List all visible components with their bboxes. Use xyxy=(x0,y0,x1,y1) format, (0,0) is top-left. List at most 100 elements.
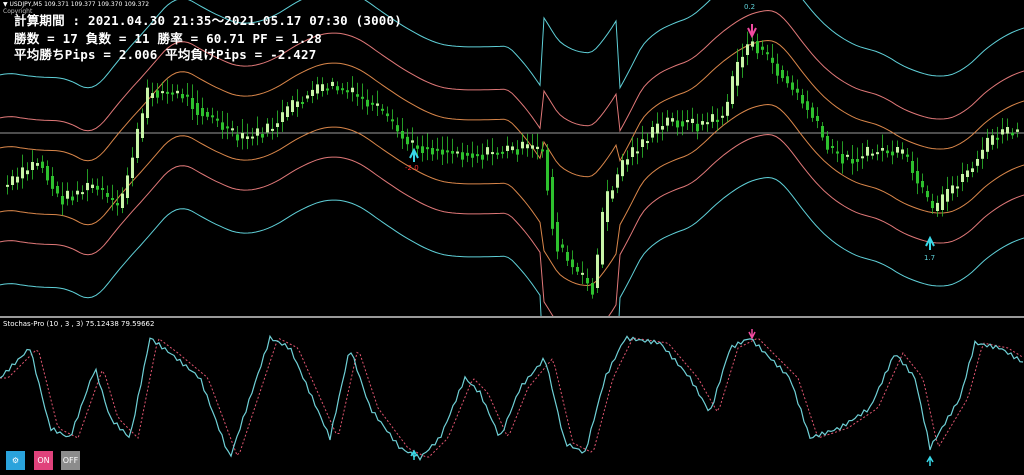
candle xyxy=(481,154,484,160)
candle xyxy=(76,190,79,195)
candle xyxy=(196,103,199,115)
candle xyxy=(956,186,959,189)
settings-gear-button[interactable]: ⚙ xyxy=(6,451,25,470)
candle xyxy=(941,194,944,210)
candle xyxy=(786,76,789,84)
candle xyxy=(31,161,34,170)
candle xyxy=(821,126,824,138)
candle xyxy=(211,115,214,118)
candle xyxy=(491,152,494,155)
stoch-signal-line xyxy=(0,337,1024,458)
indicator-label: Stochas-Pro (10 , 3 , 3) 75.12438 79.596… xyxy=(3,320,155,328)
candle xyxy=(641,139,644,147)
candle xyxy=(921,181,924,188)
candle xyxy=(271,128,274,131)
candle xyxy=(876,152,879,155)
candle xyxy=(801,95,804,104)
on-button[interactable]: ON xyxy=(34,451,53,470)
candle xyxy=(241,132,244,139)
candle xyxy=(751,41,754,47)
candle xyxy=(141,113,144,138)
candle xyxy=(1006,127,1009,134)
buy-signal-value-right: 1.7 xyxy=(924,254,936,262)
candle xyxy=(761,46,764,50)
candle xyxy=(626,159,629,165)
candle xyxy=(106,193,109,197)
candle xyxy=(91,184,94,188)
candle xyxy=(251,136,254,139)
candle xyxy=(246,136,249,139)
candle xyxy=(931,201,934,209)
candle xyxy=(301,102,304,104)
candle xyxy=(981,149,984,159)
buy-arrow-icon xyxy=(925,235,935,250)
candle xyxy=(151,93,154,98)
candle xyxy=(946,189,949,202)
candle xyxy=(911,161,914,173)
candle xyxy=(811,107,814,118)
candle xyxy=(521,141,524,149)
candle xyxy=(826,136,829,150)
candle xyxy=(846,154,849,157)
candle xyxy=(496,152,499,155)
candle xyxy=(536,146,539,150)
candle xyxy=(666,117,669,126)
band-mid-lower xyxy=(0,133,1024,316)
candle xyxy=(996,137,999,140)
candle xyxy=(936,202,939,211)
candle xyxy=(891,151,894,156)
candle xyxy=(721,115,724,118)
candle xyxy=(401,131,404,139)
candle xyxy=(261,134,264,138)
candle xyxy=(776,63,779,76)
candle xyxy=(431,148,434,155)
candle xyxy=(16,176,19,183)
candle xyxy=(516,149,519,155)
candle xyxy=(101,188,104,190)
price-chart-pane[interactable]: ▼ USDJPY,M5 109.371 109.377 109.370 109.… xyxy=(0,0,1024,316)
candle xyxy=(576,267,579,272)
candle xyxy=(111,198,114,200)
candle xyxy=(511,146,514,151)
candle xyxy=(461,152,464,160)
candle xyxy=(601,211,604,265)
candle xyxy=(901,149,904,154)
candle xyxy=(706,122,709,125)
candle xyxy=(286,106,289,117)
candle xyxy=(236,134,239,141)
candle xyxy=(256,128,259,136)
candle xyxy=(841,154,844,164)
candle xyxy=(731,76,734,104)
candle xyxy=(781,70,784,79)
candle xyxy=(651,127,654,138)
candle xyxy=(611,190,614,199)
candle xyxy=(711,114,714,122)
candle xyxy=(171,92,174,95)
candle xyxy=(791,82,794,90)
candle xyxy=(216,118,219,121)
candle xyxy=(131,157,134,178)
candle xyxy=(346,90,349,93)
candle xyxy=(486,147,489,155)
band-inner-lower xyxy=(0,103,1024,287)
candle xyxy=(541,149,544,152)
candle xyxy=(391,119,394,122)
candle xyxy=(421,146,424,154)
band-outer-lower xyxy=(0,176,1024,316)
off-button[interactable]: OFF xyxy=(61,451,80,470)
indicator-pane[interactable]: Stochas-Pro (10 , 3 , 3) 75.12438 79.596… xyxy=(0,318,1024,475)
buy-arrow-icon xyxy=(409,147,419,162)
candle xyxy=(466,152,469,156)
candle xyxy=(796,88,799,93)
stochastic-canvas[interactable] xyxy=(0,318,1024,475)
candle xyxy=(836,151,839,154)
candle xyxy=(1001,129,1004,135)
candle xyxy=(871,153,874,156)
candle xyxy=(986,137,989,152)
candle xyxy=(906,154,909,157)
candle xyxy=(551,177,554,229)
candle xyxy=(471,153,474,158)
gear-icon: ⚙ xyxy=(11,456,20,465)
candle xyxy=(881,147,884,151)
candle xyxy=(226,126,229,129)
